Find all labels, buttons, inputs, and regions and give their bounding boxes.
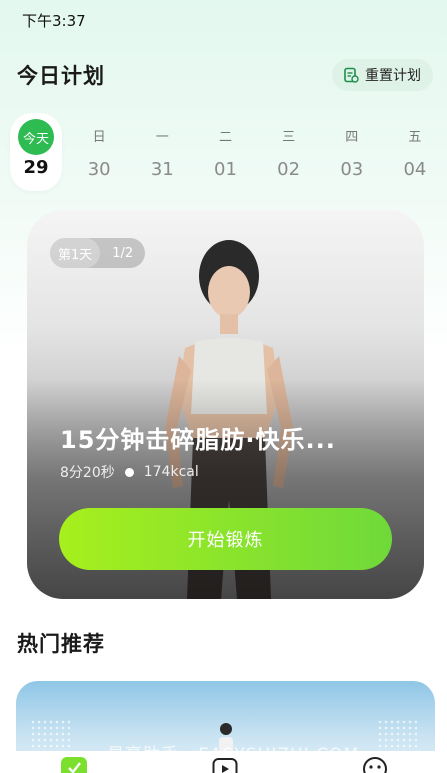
document-icon [344, 67, 359, 83]
day-number: 01 [214, 159, 237, 180]
day-number: 31 [150, 159, 174, 180]
workout-calories: 174kcal [143, 464, 199, 480]
day-number: 02 [277, 159, 301, 180]
play-icon[interactable] [212, 755, 238, 773]
recommend-title: 热门推荐 [17, 632, 105, 656]
day-wed[interactable]: 三 02 [263, 113, 315, 191]
day-fri[interactable]: 五 04 [389, 113, 441, 191]
day-label: 五 [408, 129, 422, 145]
workout-card[interactable]: 第1天 1/2 15分钟击碎脂肪·快乐... 8分20秒 174kcal 开始锻… [27, 210, 424, 599]
bottom-tab-bar [0, 751, 447, 773]
count-tag: 1/2 [112, 245, 134, 261]
day-number: 29 [23, 157, 49, 178]
progress-tags: 第1天 1/2 [50, 238, 146, 268]
day-label: 日 [92, 129, 106, 145]
day-number: 30 [87, 159, 111, 180]
status-time: 下午3:37 [22, 12, 86, 30]
profile-icon[interactable] [362, 755, 388, 773]
reset-plan-button[interactable]: 重置计划 [332, 59, 433, 91]
page-title: 今日计划 [17, 64, 105, 88]
day-tue[interactable]: 二 01 [199, 113, 251, 191]
workout-meta: 8分20秒 174kcal [60, 462, 199, 482]
day-label: 一 [155, 129, 169, 145]
workout-duration: 8分20秒 [60, 465, 115, 481]
day-number: 03 [340, 159, 364, 180]
day-mon[interactable]: 一 31 [136, 113, 188, 191]
start-workout-button[interactable]: 开始锻炼 [59, 508, 392, 570]
day-sun[interactable]: 日 30 [73, 113, 125, 191]
day-label: 四 [345, 129, 359, 145]
workout-title: 15分钟击碎脂肪·快乐... [60, 426, 336, 454]
day-today[interactable]: 今天 29 [10, 113, 62, 191]
home-icon[interactable] [61, 755, 87, 773]
separator-dot [124, 467, 134, 477]
day-label: 三 [282, 129, 296, 145]
day-number: 04 [403, 159, 427, 180]
day-tag: 第1天 [50, 238, 101, 268]
header: 今日计划 重置计划 [17, 58, 433, 92]
day-label: 二 [218, 129, 232, 145]
reset-plan-label: 重置计划 [365, 68, 421, 84]
day-label: 今天 [18, 119, 54, 155]
week-calendar: 今天 29 日 30 一 31 二 01 三 02 四 03 五 04 [10, 113, 441, 191]
day-thu[interactable]: 四 03 [326, 113, 378, 191]
